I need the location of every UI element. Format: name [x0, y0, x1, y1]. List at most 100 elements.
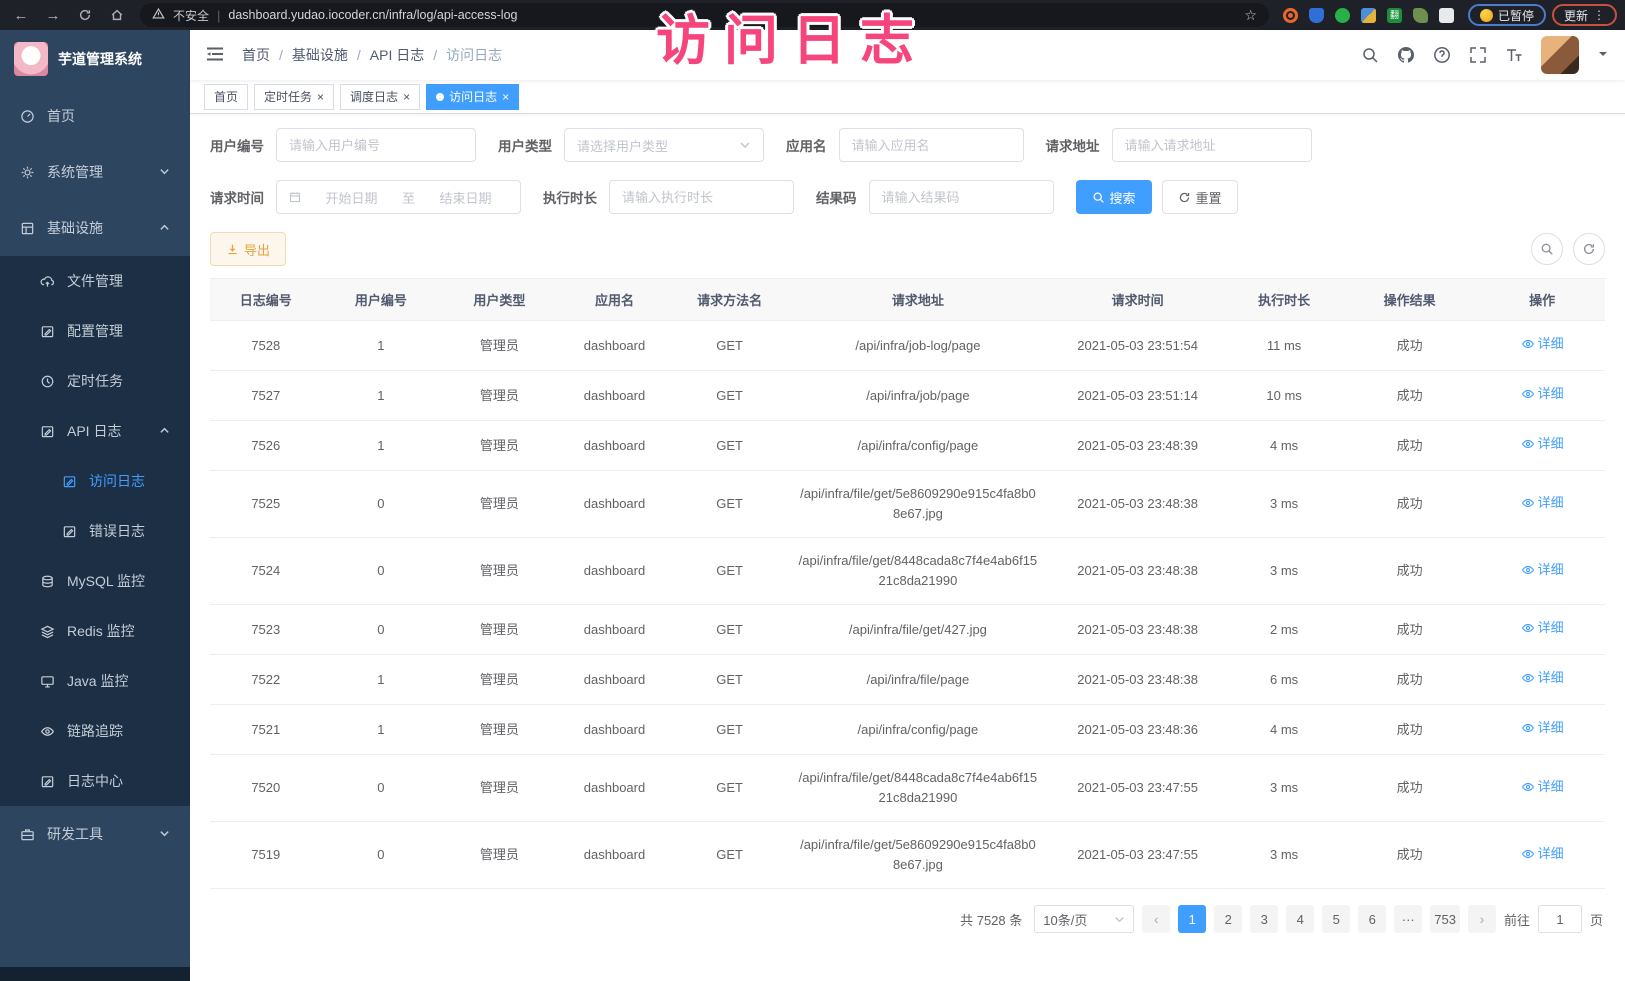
detail-link[interactable]: 详细	[1521, 560, 1564, 580]
result-code-input[interactable]	[882, 190, 1041, 205]
request-url-input[interactable]	[1125, 138, 1299, 153]
page-button[interactable]: 2	[1214, 905, 1242, 933]
tab-job[interactable]: 定时任务×	[254, 84, 334, 110]
detail-link[interactable]: 详细	[1521, 434, 1564, 454]
sidebar-item-error-log[interactable]: 错误日志	[0, 506, 190, 556]
cell-result: 成功	[1340, 705, 1480, 755]
page-button[interactable]: 6	[1358, 905, 1386, 933]
eye-icon	[1521, 437, 1535, 451]
logo-avatar	[14, 42, 48, 76]
next-page-button[interactable]: ›	[1468, 905, 1496, 933]
browser-update-button[interactable]: 更新 ⋮	[1552, 4, 1617, 26]
sidebar-item-access-log[interactable]: 访问日志	[0, 456, 190, 506]
paused-label: 已暂停	[1498, 7, 1534, 24]
sidebar-item-mysql[interactable]: MySQL 监控	[0, 556, 190, 606]
extension-icon[interactable]	[1361, 8, 1376, 23]
extensions-puzzle-icon[interactable]	[1439, 8, 1454, 23]
detail-link[interactable]: 详细	[1521, 777, 1564, 797]
breadcrumb-home[interactable]: 首页	[242, 45, 270, 65]
cell-method: GET	[670, 538, 789, 605]
cell-method: GET	[670, 822, 789, 889]
page-button[interactable]: 3	[1250, 905, 1278, 933]
user-avatar[interactable]	[1541, 36, 1579, 74]
calendar-icon	[289, 191, 301, 203]
header-search-icon[interactable]	[1361, 46, 1379, 64]
github-icon[interactable]	[1397, 46, 1415, 64]
sidebar-item-infra[interactable]: 基础设施	[0, 200, 190, 256]
duration-input[interactable]	[622, 190, 781, 205]
avatar-caret-down-icon[interactable]	[1597, 48, 1609, 63]
detail-link[interactable]: 详细	[1521, 718, 1564, 738]
page-button[interactable]: 5	[1322, 905, 1350, 933]
page-size-select[interactable]: 10条/页	[1034, 905, 1134, 933]
date-range-picker[interactable]: 开始日期 至 结束日期	[276, 180, 521, 214]
close-icon[interactable]: ×	[502, 91, 509, 103]
user-id-input[interactable]	[289, 138, 463, 153]
page-button[interactable]: 4	[1286, 905, 1314, 933]
hamburger-icon[interactable]	[206, 45, 224, 66]
page-button[interactable]: 1	[1178, 905, 1206, 933]
user-type-select[interactable]: 请选择用户类型	[564, 128, 764, 162]
search-button[interactable]: 搜索	[1076, 180, 1152, 214]
cell-method: GET	[670, 471, 789, 538]
jump-page-input[interactable]	[1538, 905, 1582, 933]
reset-button[interactable]: 重置	[1162, 180, 1238, 214]
detail-link[interactable]: 详细	[1521, 844, 1564, 864]
sidebar-item-api-log[interactable]: API 日志	[0, 406, 190, 456]
cell-method: GET	[670, 705, 789, 755]
reload-icon[interactable]	[72, 7, 98, 24]
browser-menu-icon[interactable]: ⋮	[1593, 8, 1605, 22]
refresh-table-button[interactable]	[1573, 233, 1605, 265]
sidebar-item-config[interactable]: 配置管理	[0, 306, 190, 356]
detail-link[interactable]: 详细	[1521, 334, 1564, 354]
home-icon[interactable]	[104, 7, 130, 24]
help-icon[interactable]	[1433, 46, 1451, 64]
detail-link[interactable]: 详细	[1521, 618, 1564, 638]
bookmark-star-icon[interactable]: ☆	[1244, 7, 1257, 24]
cell-url: /api/infra/file/page	[789, 655, 1047, 705]
sidebar-item-home[interactable]: 首页	[0, 88, 190, 144]
font-size-icon[interactable]	[1505, 46, 1523, 64]
extension-icon[interactable]: 翻	[1387, 8, 1402, 23]
sidebar-item-trace[interactable]: 链路追踪	[0, 706, 190, 756]
extension-icon[interactable]	[1413, 8, 1428, 23]
detail-link[interactable]: 详细	[1521, 668, 1564, 688]
sidebar-item-system[interactable]: 系统管理	[0, 144, 190, 200]
breadcrumb-infra[interactable]: 基础设施	[292, 45, 348, 65]
page-ellipsis[interactable]: ···	[1394, 905, 1422, 933]
table-row: 7524 0 管理员 dashboard GET /api/infra/file…	[210, 538, 1605, 605]
sidebar-item-log-center[interactable]: 日志中心	[0, 756, 190, 806]
cell-user-type: 管理员	[440, 655, 559, 705]
app-name-input[interactable]	[852, 138, 1011, 153]
breadcrumb-api-log[interactable]: API 日志	[370, 45, 424, 65]
export-button[interactable]: 导出	[210, 232, 286, 266]
sidebar-item-redis[interactable]: Redis 监控	[0, 606, 190, 656]
toggle-search-button[interactable]	[1531, 233, 1563, 265]
close-icon[interactable]: ×	[403, 91, 410, 103]
address-bar[interactable]: 不安全 | dashboard.yudao.iocoder.cn/infra/l…	[140, 3, 1269, 27]
detail-link[interactable]: 详细	[1521, 384, 1564, 404]
profile-avatar-icon	[1480, 9, 1493, 22]
detail-link[interactable]: 详细	[1521, 493, 1564, 513]
sidebar-logo[interactable]: 芋道管理系统	[0, 30, 190, 88]
tab-home[interactable]: 首页	[204, 84, 248, 110]
page-button[interactable]: 753	[1430, 905, 1460, 933]
back-icon[interactable]: ←	[8, 7, 34, 24]
cell-app: dashboard	[559, 822, 671, 889]
extension-icon[interactable]	[1309, 8, 1324, 23]
extension-icon[interactable]	[1335, 8, 1350, 23]
tab-job-log[interactable]: 调度日志×	[340, 84, 420, 110]
tab-access-log[interactable]: 访问日志×	[426, 84, 519, 110]
sidebar-item-file[interactable]: 文件管理	[0, 256, 190, 306]
cell-url: /api/infra/config/page	[789, 705, 1047, 755]
table-row: 7525 0 管理员 dashboard GET /api/infra/file…	[210, 471, 1605, 538]
sidebar-item-job[interactable]: 定时任务	[0, 356, 190, 406]
prev-page-button[interactable]: ‹	[1142, 905, 1170, 933]
profile-paused-badge[interactable]: 已暂停	[1468, 4, 1546, 26]
sidebar-item-dev-tools[interactable]: 研发工具	[0, 806, 190, 862]
extension-icon[interactable]	[1283, 8, 1298, 23]
fullscreen-icon[interactable]	[1469, 46, 1487, 64]
close-icon[interactable]: ×	[317, 91, 324, 103]
sidebar-item-java[interactable]: Java 监控	[0, 656, 190, 706]
forward-icon[interactable]: →	[40, 7, 66, 24]
